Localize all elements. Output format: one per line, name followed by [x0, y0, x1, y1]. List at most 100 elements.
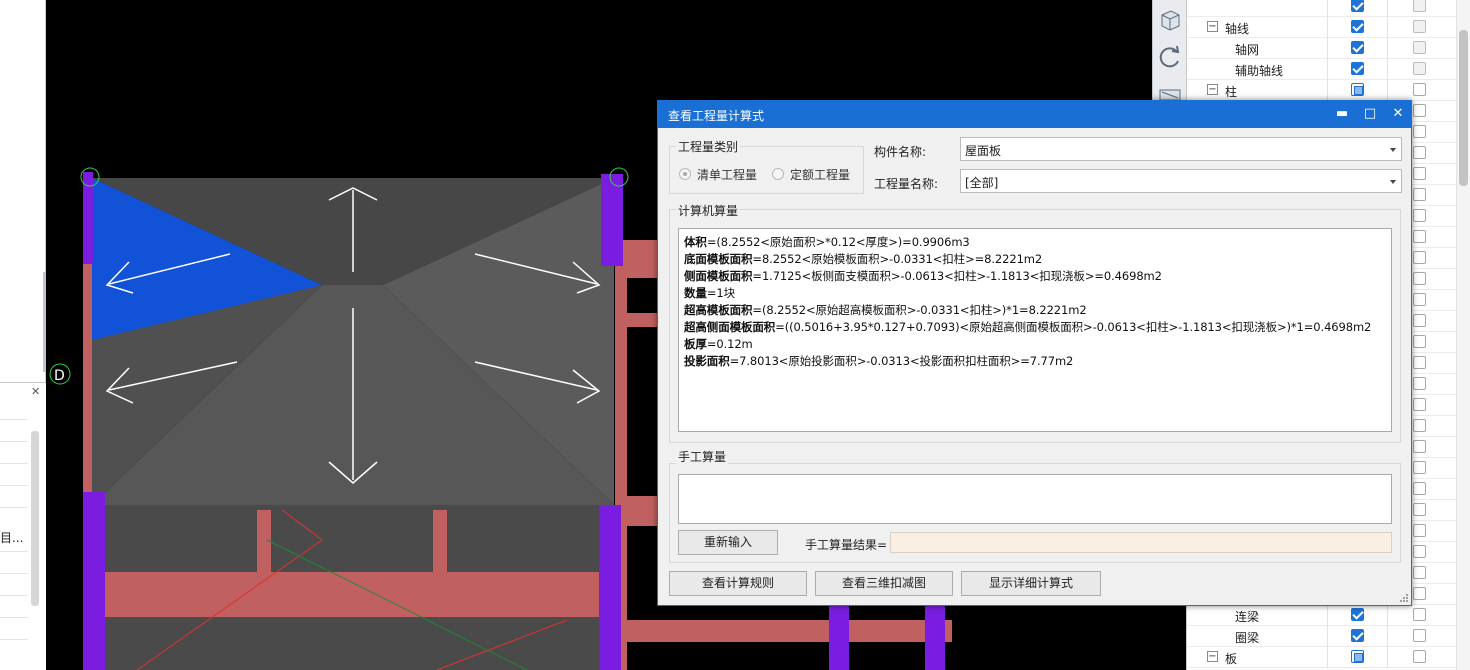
resize-grip-icon[interactable] [1399, 593, 1409, 603]
tree-row[interactable]: 辅助轴线 [1187, 59, 1457, 80]
secondary-checkbox[interactable] [1413, 419, 1426, 432]
beam-right-bottom[interactable] [622, 620, 952, 642]
component-name-select[interactable]: 屋面板 [960, 137, 1402, 161]
column-bottom-left[interactable] [83, 492, 105, 670]
quantity-name-select[interactable]: [全部] [960, 169, 1402, 193]
column-top-right[interactable] [601, 174, 623, 266]
view-3d-deduction-button[interactable]: 查看三维扣减图 [815, 571, 953, 596]
secondary-checkbox[interactable] [1413, 20, 1426, 33]
formula-line: 侧面模板面积=1.7125<板侧面支模面积>-0.0613<扣柱>-1.1813… [684, 268, 1162, 284]
secondary-checkbox[interactable] [1413, 503, 1426, 516]
secondary-checkbox[interactable] [1413, 650, 1426, 663]
formula-quantity-name: 侧面模板面积 [684, 269, 753, 283]
dialog-title: 查看工程量计算式 [668, 109, 765, 123]
secondary-checkbox[interactable] [1413, 83, 1426, 96]
column-divider [1327, 59, 1328, 80]
secondary-checkbox[interactable] [1413, 335, 1426, 348]
column-small-1[interactable] [829, 605, 849, 670]
minimize-button[interactable]: ▬ [1332, 105, 1352, 123]
secondary-checkbox[interactable] [1413, 377, 1426, 390]
secondary-checkbox[interactable] [1413, 545, 1426, 558]
close-button[interactable]: ✕ [1388, 105, 1408, 123]
secondary-checkbox[interactable] [1413, 41, 1426, 54]
visibility-checkbox[interactable] [1351, 650, 1364, 663]
visibility-checkbox[interactable] [1351, 41, 1364, 54]
close-icon[interactable]: ✕ [31, 385, 40, 398]
rotate-icon[interactable] [1157, 44, 1183, 70]
scrollbar-thumb[interactable] [31, 431, 39, 606]
tree-row[interactable]: 轴网 [1187, 38, 1457, 59]
panel-splitter[interactable] [43, 272, 46, 372]
chevron-down-icon [1390, 148, 1396, 152]
app-root: ✕ 目... D − 轴线 轴网 辅助轴线 − 柱 连梁 圈梁 − 板 查看工程… [0, 0, 1470, 670]
secondary-checkbox[interactable] [1413, 524, 1426, 537]
secondary-checkbox[interactable] [1413, 440, 1426, 453]
secondary-checkbox[interactable] [1413, 566, 1426, 579]
manual-result-field[interactable] [890, 532, 1392, 553]
manual-calc-input[interactable] [678, 474, 1392, 524]
visibility-checkbox[interactable] [1351, 20, 1364, 33]
tree-expander-icon[interactable]: − [1207, 651, 1218, 662]
list-row-divider [0, 507, 28, 508]
secondary-checkbox[interactable] [1413, 629, 1426, 642]
secondary-checkbox[interactable] [1413, 230, 1426, 243]
formula-quantity-name: 超高模板面积 [684, 303, 753, 317]
column-small-2[interactable] [925, 605, 945, 670]
secondary-checkbox[interactable] [1413, 272, 1426, 285]
formula-expression: =0.12m [706, 337, 753, 351]
visibility-checkbox[interactable] [1351, 62, 1364, 75]
beam-lower-post-2[interactable] [433, 510, 447, 572]
visibility-checkbox[interactable] [1351, 608, 1364, 621]
tree-row[interactable] [1187, 0, 1457, 17]
tree-expander-icon[interactable]: − [1207, 84, 1218, 95]
column-bottom-right[interactable] [599, 505, 621, 670]
secondary-checkbox[interactable] [1413, 608, 1426, 621]
secondary-checkbox[interactable] [1413, 62, 1426, 75]
secondary-checkbox[interactable] [1413, 587, 1426, 600]
computer-calc-textbox[interactable]: 体积=(8.2552<原始面积>*0.12<厚度>)=0.9906m3 底面模板面… [678, 228, 1392, 432]
scrollbar-thumb[interactable] [1459, 30, 1468, 186]
cube-view-icon[interactable] [1157, 6, 1183, 32]
reenter-button[interactable]: 重新输入 [678, 530, 778, 555]
secondary-checkbox[interactable] [1413, 398, 1426, 411]
tree-expander-icon[interactable]: − [1207, 21, 1218, 32]
secondary-checkbox[interactable] [1413, 209, 1426, 222]
secondary-checkbox[interactable] [1413, 314, 1426, 327]
radio-quota-quantity-label[interactable]: 定额工程量 [790, 166, 850, 183]
secondary-checkbox[interactable] [1413, 104, 1426, 117]
visibility-checkbox[interactable] [1351, 83, 1364, 96]
secondary-checkbox[interactable] [1413, 461, 1426, 474]
dialog-titlebar[interactable]: 查看工程量计算式 ▬ □ ✕ [658, 101, 1411, 128]
column-divider [1327, 647, 1328, 668]
column-divider [1327, 0, 1328, 17]
list-row-divider [0, 617, 28, 618]
secondary-checkbox[interactable] [1413, 125, 1426, 138]
tree-row[interactable]: − 柱 [1187, 80, 1457, 101]
radio-quota-quantity[interactable] [772, 168, 784, 180]
show-detail-formula-button[interactable]: 显示详细计算式 [961, 571, 1101, 596]
secondary-checkbox[interactable] [1413, 188, 1426, 201]
beam-lower-horizontal[interactable] [105, 572, 601, 617]
tree-row-label: 圈梁 [1235, 631, 1260, 645]
tree-row[interactable]: 圈梁 [1187, 626, 1457, 647]
secondary-checkbox[interactable] [1413, 293, 1426, 306]
secondary-checkbox[interactable] [1413, 251, 1426, 264]
tree-row[interactable]: − 板 [1187, 647, 1457, 668]
visibility-checkbox[interactable] [1351, 629, 1364, 642]
secondary-checkbox[interactable] [1413, 356, 1426, 369]
formula-expression: =(8.2552<原始超高模板面积>-0.0331<扣柱>)*1=8.2221m… [752, 303, 1087, 317]
visibility-checkbox[interactable] [1351, 0, 1364, 12]
secondary-checkbox[interactable] [1413, 167, 1426, 180]
column-divider [1327, 80, 1328, 101]
maximize-button[interactable]: □ [1360, 105, 1380, 123]
tree-scrollbar[interactable] [1456, 0, 1470, 670]
secondary-checkbox[interactable] [1413, 482, 1426, 495]
radio-bill-quantity-label[interactable]: 清单工程量 [697, 166, 757, 183]
radio-bill-quantity[interactable] [679, 168, 691, 180]
view-rules-button[interactable]: 查看计算规则 [669, 571, 807, 596]
tree-row[interactable]: 连梁 [1187, 605, 1457, 626]
left-sub-panel: ✕ 目... [0, 382, 46, 670]
tree-row[interactable]: − 轴线 [1187, 17, 1457, 38]
secondary-checkbox[interactable] [1413, 0, 1426, 12]
secondary-checkbox[interactable] [1413, 146, 1426, 159]
